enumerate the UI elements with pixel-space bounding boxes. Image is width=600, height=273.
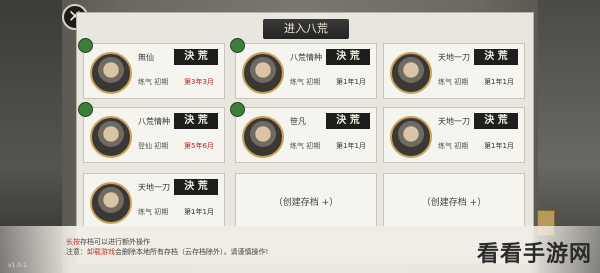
avatar [390,52,432,94]
character-name: 笹凡 [290,117,306,126]
mode-badge: 決 荒 [174,179,218,195]
game-date: 第1年1月 [336,78,366,86]
notice-text: 存档可以进行额外操作 [80,238,150,246]
notice-text: 会删除本地所有存档（云存档除外），请谨慎操作! [115,248,269,256]
character-name: 八荒情种 [290,53,322,62]
notice-highlight: 长按 [66,238,80,246]
mode-badge: 決 荒 [174,113,218,129]
notice-highlight: 卸载游戏 [87,248,115,256]
game-date: 第1年1月 [336,142,366,150]
mode-badge: 決 荒 [326,49,370,65]
leaf-icon [78,102,93,117]
cultivation-stage: 登仙 初期 [138,142,169,150]
character-name: 天地一刀 [138,183,170,192]
save-slot-2[interactable]: 八荒情种 決 荒 练气 初期 第1年1月 [230,38,377,99]
game-date: 第1年1月 [484,142,514,150]
character-name: 天地一刀 [438,53,470,62]
save-slot-7[interactable]: 天地一刀 決 荒 练气 初期 第1年1月 [83,173,225,229]
character-name: 八荒情种 [138,117,170,126]
mode-badge: 決 荒 [326,113,370,129]
game-date: 第3年3月 [184,78,214,86]
leaf-icon [78,38,93,53]
mode-badge: 決 荒 [474,49,518,65]
leaf-icon [230,102,245,117]
game-date: 第1年1月 [484,78,514,86]
character-name: 天地一刀 [438,117,470,126]
game-date: 第1年1月 [184,208,214,216]
create-save-slot-2[interactable]: （创建存档 +） [383,173,525,229]
avatar [90,52,132,94]
character-name: 無仙 [138,53,154,62]
avatar [242,52,284,94]
game-date: 第5年6月 [184,142,214,150]
watermark-logo: 看看手游网 [476,242,592,267]
version-label: v1.0.1 [8,262,27,269]
notice-prefix: 注意： [66,248,87,256]
create-save-slot-1[interactable]: （创建存档 +） [235,173,377,229]
leaf-icon [230,38,245,53]
save-slot-3[interactable]: 天地一刀 決 荒 练气 初期 第1年1月 [383,43,525,99]
save-slot-5[interactable]: 笹凡 決 荒 练气 初期 第1年1月 [230,102,377,163]
avatar [90,182,132,224]
save-slot-6[interactable]: 天地一刀 決 荒 练气 初期 第1年1月 [383,107,525,163]
create-save-label: （创建存档 +） [273,197,339,208]
cultivation-stage: 练气 初期 [138,208,169,216]
mode-badge: 決 荒 [174,49,218,65]
create-save-label: （创建存档 +） [421,197,487,208]
save-slot-1[interactable]: 無仙 決 荒 练气 初期 第3年3月 [78,38,225,99]
cultivation-stage: 练气 初期 [138,78,169,86]
dialog-title: 进入八荒 [263,19,349,39]
notice-line-1: 长按存档可以进行额外操作 [66,237,150,247]
save-slot-4[interactable]: 八荒情种 決 荒 登仙 初期 第5年6月 [78,102,225,163]
cultivation-stage: 练气 初期 [290,78,321,86]
cultivation-stage: 练气 初期 [438,142,469,150]
notice-line-2: 注意：卸载游戏会删除本地所有存档（云存档除外），请谨慎操作! [66,247,268,257]
avatar [242,116,284,158]
mode-badge: 決 荒 [474,113,518,129]
cultivation-stage: 练气 初期 [290,142,321,150]
avatar [390,116,432,158]
avatar [90,116,132,158]
cultivation-stage: 练气 初期 [438,78,469,86]
